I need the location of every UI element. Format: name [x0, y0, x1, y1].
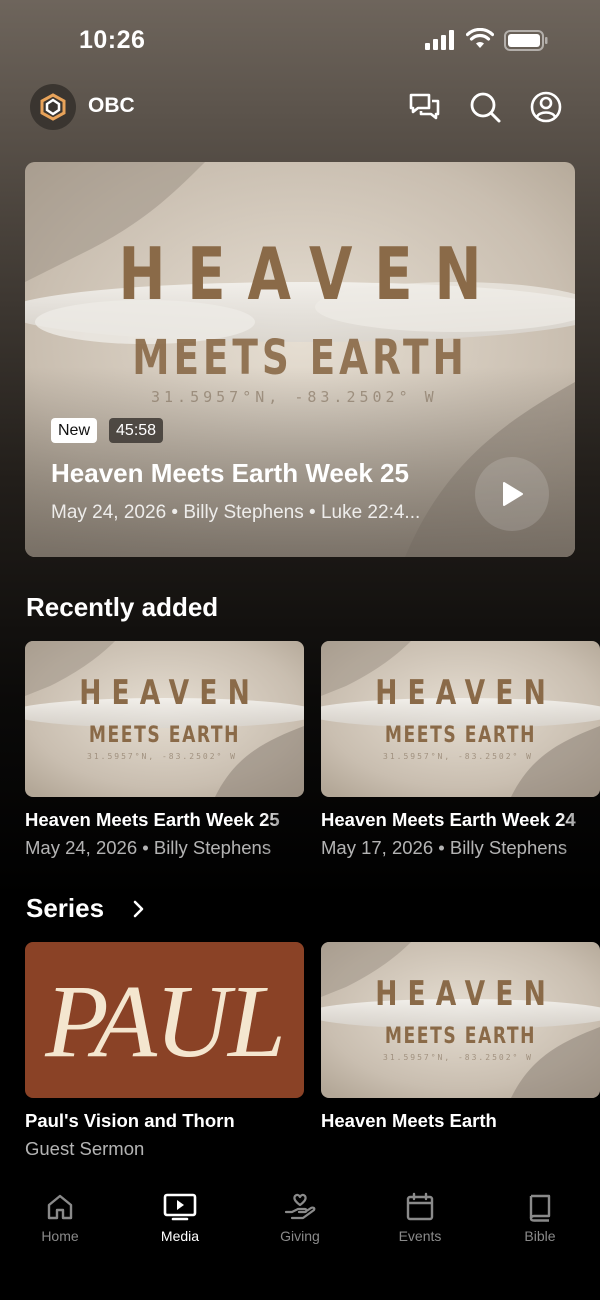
thumb-art-line2: MEETS EARTH [384, 723, 537, 748]
recent-item-title: Heaven Meets Earth Week 24 [321, 809, 576, 830]
events-icon [406, 1192, 434, 1221]
chevron-right-icon[interactable] [131, 899, 147, 919]
series-card[interactable]: HEAVEN MEETS EARTH 31.5957°N, -83.2502° … [321, 942, 600, 1132]
tab-label: Media [160, 1228, 200, 1244]
giving-icon [284, 1193, 316, 1220]
thumbnail-art [321, 942, 600, 1098]
church-logo[interactable] [30, 84, 76, 130]
tab-media[interactable]: Media [130, 1192, 230, 1244]
recent-item-card[interactable]: HEAVEN MEETS EARTH 31.5957°N, -83.2502° … [321, 641, 600, 859]
thumb-art-coords: 31.5957°N, -83.2502° W [383, 752, 533, 761]
recent-item-subtitle: May 17, 2026 • Billy Stephens [321, 837, 568, 858]
featured-meta: May 24, 2026 • Billy Stephens • Luke 22:… [51, 502, 421, 523]
play-icon [503, 482, 523, 506]
tab-label: Bible [524, 1228, 556, 1244]
tab-home[interactable]: Home [10, 1192, 110, 1244]
wifi-icon [466, 28, 494, 48]
thumb-art-line2: MEETS EARTH [384, 1024, 537, 1049]
battery-icon [504, 30, 548, 51]
tab-bible[interactable]: Bible [490, 1192, 590, 1244]
duration-badge: 45:58 [109, 418, 164, 443]
bible-icon [529, 1194, 551, 1222]
recent-item-thumbnail: HEAVEN MEETS EARTH 31.5957°N, -83.2502° … [25, 641, 304, 797]
thumbnail-art [321, 641, 600, 797]
thumbnail-art [25, 641, 304, 797]
tab-label: Giving [280, 1228, 320, 1244]
thumb-art-coords: 31.5957°N, -83.2502° W [87, 752, 237, 761]
signal-icon [425, 30, 454, 50]
search-icon[interactable] [468, 90, 502, 124]
recently-added-heading: Recently added [26, 592, 219, 622]
app-header: OBC [0, 82, 600, 132]
church-name: OBC [88, 94, 135, 117]
media-icon [163, 1193, 197, 1221]
featured-sermon-card[interactable]: HEAVEN MEETS EARTH 31.5957°N, -83.2502° … [25, 162, 575, 557]
thumb-art-line1: HEAVEN [375, 673, 556, 713]
recent-item-subtitle: May 24, 2026 • Billy Stephens [25, 837, 272, 858]
new-badge: New [51, 418, 98, 443]
thumb-art-coords: 31.5957°N, -83.2502° W [383, 1053, 533, 1062]
tab-giving[interactable]: Giving [250, 1192, 350, 1244]
series-subtitle: Guest Sermon [25, 1138, 145, 1159]
series-thumbnail: PAUL [25, 942, 304, 1098]
thumb-art-line1: HEAVEN [79, 673, 260, 713]
thumb-art-line1: HEAVEN [375, 974, 556, 1014]
chat-icon[interactable] [407, 90, 441, 124]
featured-title: Heaven Meets Earth Week 25 [51, 458, 409, 488]
tab-label: Events [398, 1228, 442, 1244]
home-icon [47, 1194, 73, 1220]
play-button[interactable] [475, 457, 549, 531]
series-thumbnail: HEAVEN MEETS EARTH 31.5957°N, -83.2502° … [321, 942, 600, 1098]
status-time: 10:26 [79, 26, 146, 54]
series-heading[interactable]: Series [26, 893, 104, 924]
series-card[interactable]: PAUL Paul's Vision and Thorn Guest Sermo… [25, 942, 305, 1160]
featured-art-line1: HEAVEN [118, 232, 504, 316]
profile-icon[interactable] [529, 90, 563, 124]
tab-label: Home [41, 1228, 79, 1244]
series-title: Heaven Meets Earth [321, 1110, 497, 1131]
recent-item-title: Heaven Meets Earth Week 25 [25, 809, 280, 830]
paul-art-text: PAUL [45, 964, 286, 1079]
featured-badges: New 45:58 [51, 418, 164, 443]
logo-icon [40, 93, 66, 121]
status-bar: 10:26 [0, 0, 600, 80]
tab-bar: Home Media Giving Events Bible [0, 1180, 600, 1300]
recent-item-thumbnail: HEAVEN MEETS EARTH 31.5957°N, -83.2502° … [321, 641, 600, 797]
series-title: Paul's Vision and Thorn [25, 1110, 235, 1131]
thumb-art-line2: MEETS EARTH [88, 723, 241, 748]
recent-item-card[interactable]: HEAVEN MEETS EARTH 31.5957°N, -83.2502° … [25, 641, 305, 859]
tab-events[interactable]: Events [370, 1192, 470, 1244]
